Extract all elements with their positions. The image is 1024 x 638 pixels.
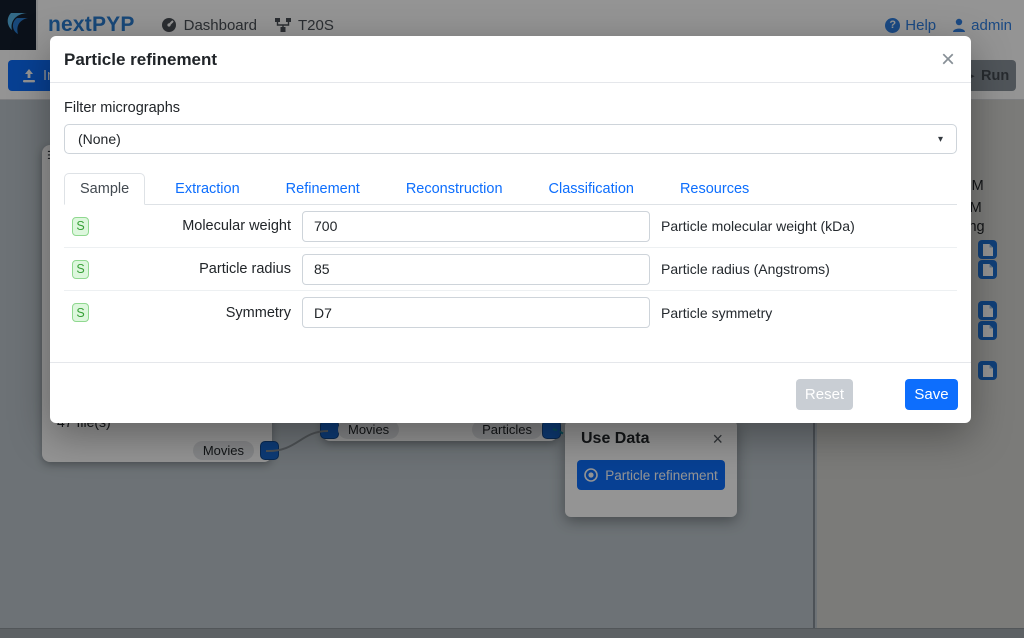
tab-sample[interactable]: Sample [64,173,145,205]
field-description: Particle symmetry [661,305,772,321]
settings-tabs: Sample Extraction Refinement Reconstruct… [64,173,957,205]
select-value: (None) [78,131,121,147]
field-label: Molecular weight [89,218,292,234]
field-label: Symmetry [89,305,292,321]
tab-reconstruction[interactable]: Reconstruction [390,173,519,205]
symmetry-input[interactable] [302,297,650,328]
tab-resources[interactable]: Resources [664,173,765,205]
modal-title: Particle refinement [64,50,217,70]
filter-micrographs-select[interactable]: (None) ▾ [64,124,957,154]
save-button[interactable]: Save [905,379,958,410]
tab-refinement[interactable]: Refinement [270,173,376,205]
particle-radius-input[interactable] [302,254,650,285]
scope-badge: S [72,217,89,236]
modal-footer: Reset Save [50,362,971,423]
form-row-molecular-weight: S Molecular weight Particle molecular we… [64,205,957,248]
form-row-particle-radius: S Particle radius Particle radius (Angst… [64,248,957,291]
modal-header: Particle refinement × [50,36,971,83]
scope-badge: S [72,260,89,279]
modal-body: Filter micrographs (None) ▾ Sample Extra… [50,83,971,362]
field-description: Particle radius (Angstroms) [661,261,830,277]
chevron-down-icon: ▾ [938,134,943,145]
tab-extraction[interactable]: Extraction [159,173,255,205]
field-label: Particle radius [89,261,292,277]
reset-button[interactable]: Reset [796,379,853,410]
tab-classification[interactable]: Classification [533,173,650,205]
molecular-weight-input[interactable] [302,211,650,242]
close-icon[interactable]: × [941,50,955,69]
scope-badge: S [72,303,89,322]
form-row-symmetry: S Symmetry Particle symmetry [64,291,957,334]
field-description: Particle molecular weight (kDa) [661,218,855,234]
filter-micrographs-label: Filter micrographs [64,100,957,116]
particle-refinement-modal: Particle refinement × Filter micrographs… [50,36,971,423]
